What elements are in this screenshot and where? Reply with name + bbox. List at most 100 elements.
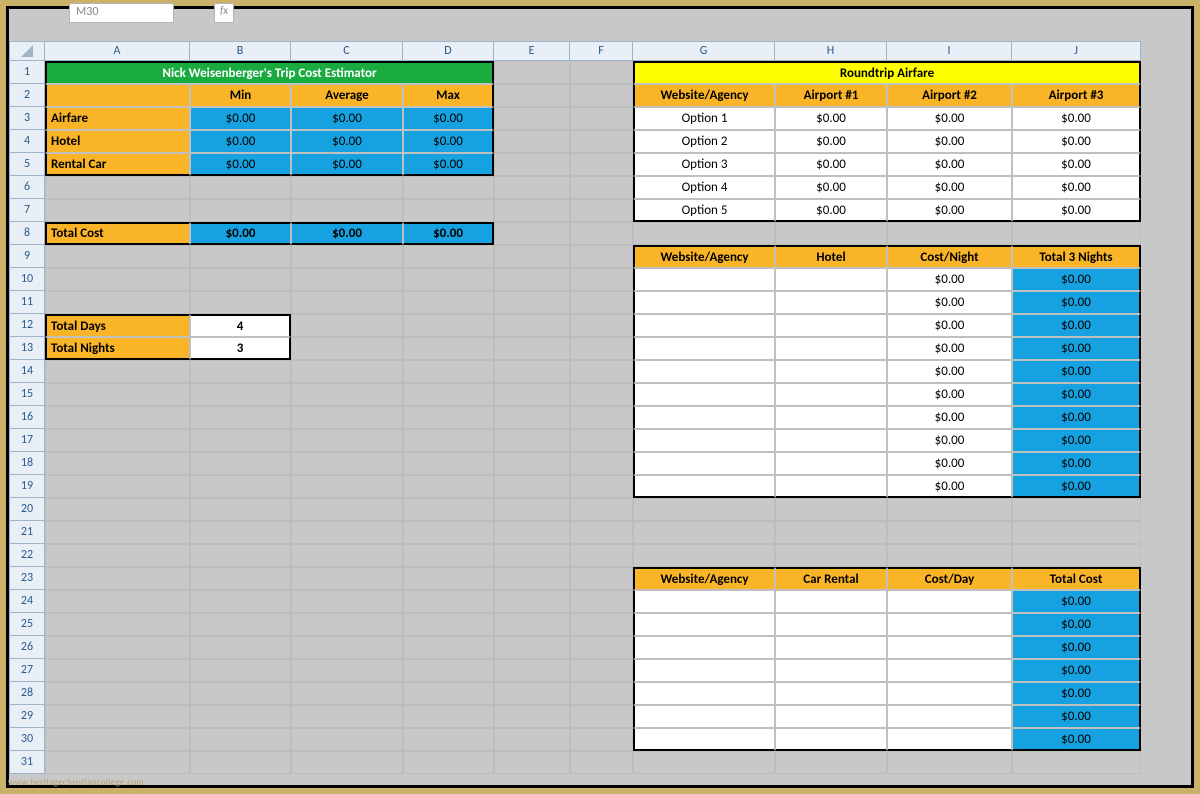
empty-cell[interactable] bbox=[494, 659, 570, 682]
empty-cell[interactable] bbox=[1012, 498, 1141, 521]
empty-cell[interactable] bbox=[887, 751, 1012, 774]
hotel-agency[interactable] bbox=[633, 314, 775, 337]
empty-cell[interactable] bbox=[633, 544, 775, 567]
empty-cell[interactable] bbox=[570, 544, 633, 567]
car-cost-day[interactable] bbox=[887, 636, 1012, 659]
hotel-header[interactable]: Hotel bbox=[775, 245, 887, 268]
column-header-C[interactable]: C bbox=[291, 41, 403, 61]
empty-cell[interactable] bbox=[570, 452, 633, 475]
title-trip-estimator[interactable]: Nick Weisenberger's Trip Cost Estimator bbox=[45, 61, 494, 84]
car-agency[interactable] bbox=[633, 682, 775, 705]
empty-cell[interactable] bbox=[775, 521, 887, 544]
hotel-agency[interactable] bbox=[633, 291, 775, 314]
car-rental-name[interactable] bbox=[775, 636, 887, 659]
empty-cell[interactable] bbox=[570, 521, 633, 544]
empty-cell[interactable] bbox=[291, 705, 403, 728]
airfare-value[interactable]: $0.00 bbox=[887, 153, 1012, 176]
empty-cell[interactable] bbox=[190, 475, 291, 498]
airfare-option[interactable]: Option 2 bbox=[633, 130, 775, 153]
empty-cell[interactable] bbox=[190, 613, 291, 636]
car-rental-name[interactable] bbox=[775, 682, 887, 705]
hotel-name[interactable] bbox=[775, 291, 887, 314]
empty-cell[interactable] bbox=[494, 728, 570, 751]
empty-cell[interactable] bbox=[403, 314, 494, 337]
empty-cell[interactable] bbox=[403, 705, 494, 728]
hotel-total[interactable]: $0.00 bbox=[1012, 291, 1141, 314]
empty-cell[interactable] bbox=[190, 728, 291, 751]
empty-cell[interactable] bbox=[291, 498, 403, 521]
empty-cell[interactable] bbox=[494, 406, 570, 429]
value-avg[interactable]: $0.00 bbox=[291, 130, 403, 153]
empty-cell[interactable] bbox=[494, 314, 570, 337]
label-total-cost[interactable]: Total Cost bbox=[45, 222, 190, 245]
hotel-agency[interactable] bbox=[633, 406, 775, 429]
empty-cell[interactable] bbox=[190, 705, 291, 728]
empty-cell[interactable] bbox=[291, 567, 403, 590]
empty-cell[interactable] bbox=[570, 705, 633, 728]
hotel-agency[interactable] bbox=[633, 429, 775, 452]
empty-cell[interactable] bbox=[190, 176, 291, 199]
row-header-28[interactable]: 28 bbox=[9, 682, 45, 705]
header-average[interactable]: Average bbox=[291, 84, 403, 107]
empty-cell[interactable] bbox=[570, 406, 633, 429]
empty-cell[interactable] bbox=[45, 682, 190, 705]
car-total[interactable]: $0.00 bbox=[1012, 613, 1141, 636]
empty-cell[interactable] bbox=[403, 544, 494, 567]
empty-cell[interactable] bbox=[403, 751, 494, 774]
empty-cell[interactable] bbox=[291, 751, 403, 774]
car-cost-day[interactable] bbox=[887, 705, 1012, 728]
hotel-cost-night[interactable]: $0.00 bbox=[887, 475, 1012, 498]
hotel-name[interactable] bbox=[775, 406, 887, 429]
hotel-agency[interactable] bbox=[633, 475, 775, 498]
empty-cell[interactable] bbox=[775, 544, 887, 567]
empty-cell[interactable] bbox=[45, 590, 190, 613]
empty-cell[interactable] bbox=[190, 452, 291, 475]
empty-cell[interactable] bbox=[190, 521, 291, 544]
column-header-J[interactable]: J bbox=[1012, 41, 1141, 61]
empty-cell[interactable] bbox=[291, 268, 403, 291]
empty-cell[interactable] bbox=[291, 475, 403, 498]
empty-cell[interactable] bbox=[291, 682, 403, 705]
car-rental-name[interactable] bbox=[775, 705, 887, 728]
empty-cell[interactable] bbox=[403, 475, 494, 498]
car-total[interactable]: $0.00 bbox=[1012, 636, 1141, 659]
row-header-31[interactable]: 31 bbox=[9, 751, 45, 774]
airfare-value[interactable]: $0.00 bbox=[887, 176, 1012, 199]
empty-cell[interactable] bbox=[494, 337, 570, 360]
column-header-A[interactable]: A bbox=[45, 41, 190, 61]
empty-cell[interactable] bbox=[633, 498, 775, 521]
empty-cell[interactable] bbox=[45, 406, 190, 429]
empty-cell[interactable] bbox=[403, 498, 494, 521]
car-header[interactable]: Website/Agency bbox=[633, 567, 775, 590]
empty-cell[interactable] bbox=[291, 245, 403, 268]
car-total[interactable]: $0.00 bbox=[1012, 659, 1141, 682]
hotel-total[interactable]: $0.00 bbox=[1012, 406, 1141, 429]
empty-cell[interactable] bbox=[570, 84, 633, 107]
empty-cell[interactable] bbox=[190, 498, 291, 521]
row-header-16[interactable]: 16 bbox=[9, 406, 45, 429]
empty-cell[interactable] bbox=[570, 130, 633, 153]
empty-cell[interactable] bbox=[190, 751, 291, 774]
empty-cell[interactable] bbox=[190, 383, 291, 406]
empty-cell[interactable] bbox=[403, 291, 494, 314]
row-header-8[interactable]: 8 bbox=[9, 222, 45, 245]
hotel-cost-night[interactable]: $0.00 bbox=[887, 314, 1012, 337]
empty-cell[interactable] bbox=[403, 429, 494, 452]
empty-cell[interactable] bbox=[291, 291, 403, 314]
value-min[interactable]: $0.00 bbox=[190, 130, 291, 153]
empty-cell[interactable] bbox=[190, 567, 291, 590]
empty-cell[interactable] bbox=[291, 176, 403, 199]
row-header-3[interactable]: 3 bbox=[9, 107, 45, 130]
column-header-F[interactable]: F bbox=[570, 41, 633, 61]
row-header-4[interactable]: 4 bbox=[9, 130, 45, 153]
empty-cell[interactable] bbox=[494, 245, 570, 268]
hotel-cost-night[interactable]: $0.00 bbox=[887, 406, 1012, 429]
empty-cell[interactable] bbox=[570, 636, 633, 659]
empty-cell[interactable] bbox=[494, 682, 570, 705]
hotel-total[interactable]: $0.00 bbox=[1012, 337, 1141, 360]
empty-cell[interactable] bbox=[45, 544, 190, 567]
empty-cell[interactable] bbox=[570, 590, 633, 613]
empty-cell[interactable] bbox=[291, 659, 403, 682]
hotel-total[interactable]: $0.00 bbox=[1012, 383, 1141, 406]
car-agency[interactable] bbox=[633, 728, 775, 751]
